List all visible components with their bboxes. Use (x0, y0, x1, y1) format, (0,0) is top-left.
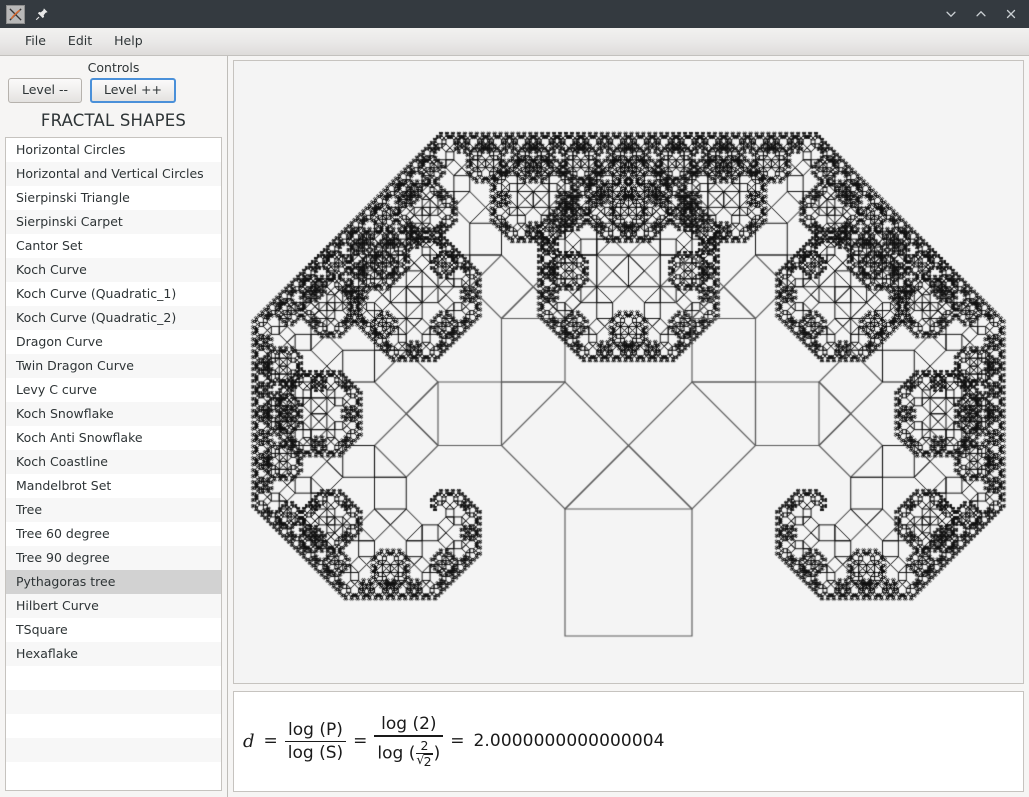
formula-inner-fraction: 2 √ 2 (416, 737, 433, 770)
close-icon (1006, 9, 1016, 19)
formula-log-close: ) (433, 743, 441, 764)
formula-numerator-1: log (P) (288, 719, 343, 740)
formula-equals-1: = (263, 731, 278, 752)
formula-variable: d (243, 730, 255, 752)
list-item[interactable]: Levy C curve (6, 377, 221, 402)
controls-label: Controls (87, 60, 140, 75)
list-item[interactable]: Tree (6, 497, 221, 522)
formula-denominator-1: log (S) (287, 743, 344, 764)
main-body: Controls Level -- Level ++ FRACTAL SHAPE… (0, 56, 1029, 797)
menu-item-help[interactable]: Help (103, 31, 154, 52)
controls-button-row: Level -- Level ++ (0, 78, 227, 109)
list-item[interactable]: Twin Dragon Curve (6, 353, 221, 378)
pin-icon-glyph (35, 8, 48, 21)
formula-sqrt: √ 2 (416, 754, 433, 770)
list-item[interactable]: Koch Snowflake (6, 401, 221, 426)
chevron-down-icon (946, 11, 956, 18)
list-item[interactable]: Hexaflake (6, 641, 221, 666)
maximize-button[interactable] (967, 1, 995, 27)
list-item[interactable]: Koch Curve (6, 257, 221, 282)
list-item-empty (6, 689, 221, 714)
list-item[interactable]: Koch Curve (Quadratic_1) (6, 281, 221, 306)
formula-log-open: log ( (377, 743, 416, 764)
formula-fraction-1: log (P) log (S) (284, 719, 347, 764)
list-item[interactable]: Horizontal Circles (6, 137, 221, 162)
x11-app-icon-glyph (9, 7, 22, 21)
dimension-formula: d = log (P) log (S) = log (2) log ( 2 √ … (243, 714, 665, 768)
list-item-empty (6, 761, 221, 786)
list-item[interactable]: Koch Curve (Quadratic_2) (6, 305, 221, 330)
formula-fraction-2: log (2) log ( 2 √ 2 ) (374, 714, 444, 769)
list-item[interactable]: Sierpinski Carpet (6, 209, 221, 234)
list-item[interactable]: Koch Anti Snowflake (6, 425, 221, 450)
formula-equals-2: = (353, 731, 368, 752)
x11-app-icon[interactable] (6, 4, 25, 24)
list-item-empty (6, 665, 221, 690)
list-item[interactable]: Horizontal and Vertical Circles (6, 161, 221, 186)
formula-numerator-2: log (2) (381, 714, 437, 735)
list-item[interactable]: Mandelbrot Set (6, 473, 221, 498)
menu-bar: File Edit Help (0, 28, 1029, 56)
list-item[interactable]: Tree 60 degree (6, 521, 221, 546)
title-bar (0, 0, 1029, 28)
list-item[interactable]: Hilbert Curve (6, 593, 221, 618)
list-item[interactable]: Sierpinski Triangle (6, 185, 221, 210)
formula-radicand: 2 (423, 754, 433, 770)
formula-inner-numerator: 2 (420, 737, 429, 753)
list-item[interactable]: Koch Coastline (6, 449, 221, 474)
fractal-canvas[interactable] (234, 61, 1023, 683)
application-window: File Edit Help Controls Level -- Level +… (0, 0, 1029, 797)
list-item[interactable]: Dragon Curve (6, 329, 221, 354)
fractal-shapes-list[interactable]: Horizontal Circles Horizontal and Vertica… (5, 136, 222, 791)
fractal-canvas-pane[interactable] (233, 60, 1024, 684)
list-item[interactable]: Tree 90 degree (6, 545, 221, 570)
formula-pane: d = log (P) log (S) = log (2) log ( 2 √ … (233, 691, 1024, 792)
menu-item-edit[interactable]: Edit (57, 31, 103, 52)
list-item[interactable]: TSquare (6, 617, 221, 642)
close-button[interactable] (997, 1, 1025, 27)
formula-denominator-2: log ( 2 √ 2 ) (374, 737, 443, 769)
level-down-button[interactable]: Level -- (8, 78, 82, 103)
level-up-button[interactable]: Level ++ (90, 78, 176, 103)
list-item-empty (6, 713, 221, 738)
list-item-selected[interactable]: Pythagoras tree (6, 569, 221, 594)
sidebar: Controls Level -- Level ++ FRACTAL SHAPE… (0, 56, 228, 797)
pin-icon[interactable] (33, 5, 51, 23)
formula-result: 2.0000000000000004 (473, 731, 665, 752)
window-controls (937, 0, 1025, 28)
minimize-button[interactable] (937, 1, 965, 27)
content-area: d = log (P) log (S) = log (2) log ( 2 √ … (228, 56, 1029, 797)
list-item[interactable]: Cantor Set (6, 233, 221, 258)
formula-equals-3: = (450, 731, 465, 752)
chevron-up-icon (976, 10, 986, 17)
list-item-empty (6, 737, 221, 762)
menu-item-file[interactable]: File (14, 31, 57, 52)
title-bar-left-icons (6, 4, 51, 24)
fractal-shapes-title: FRACTAL SHAPES (40, 110, 187, 130)
